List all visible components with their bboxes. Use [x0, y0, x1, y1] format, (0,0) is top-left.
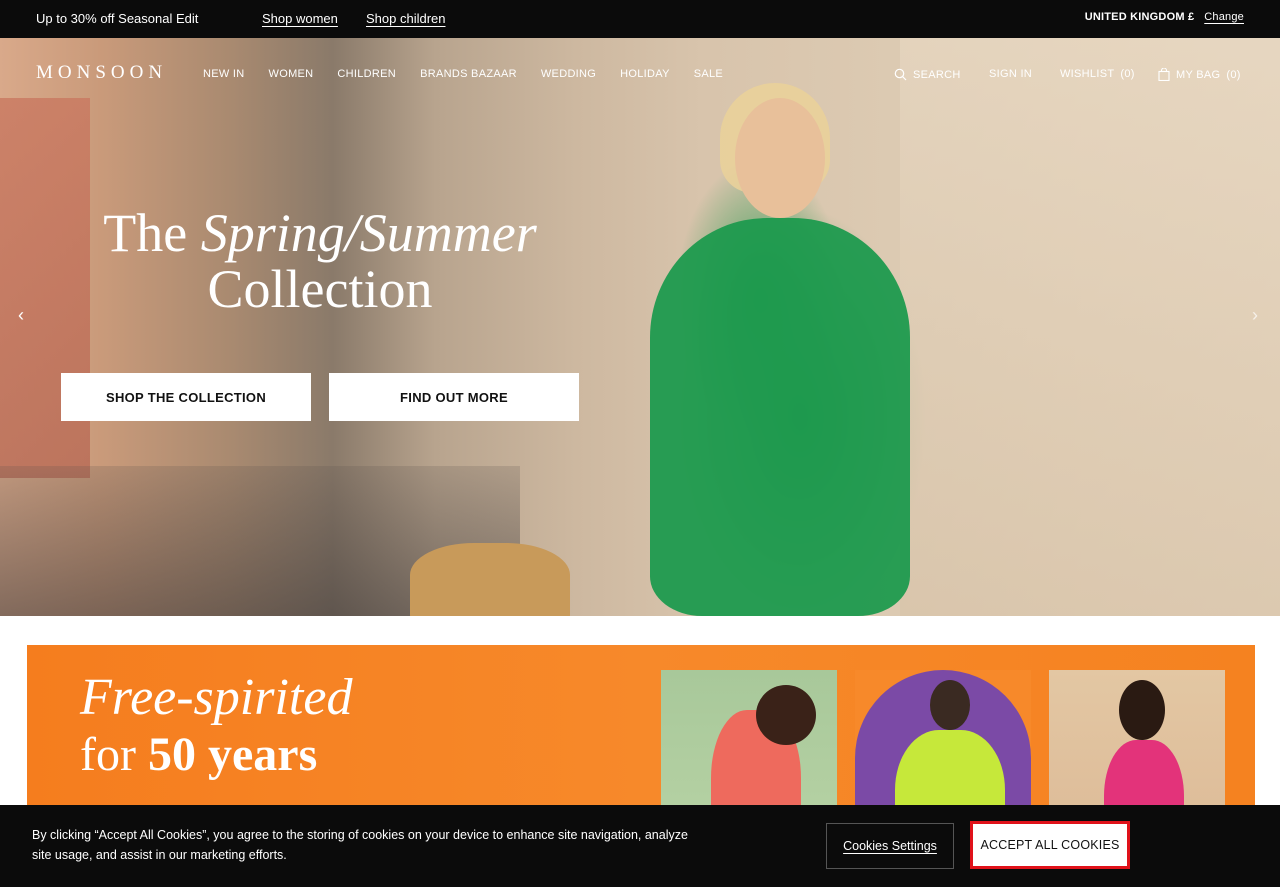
hero-model-green-dress: [650, 218, 910, 616]
main-nav: NEW IN WOMEN CHILDREN BRANDS BAZAAR WEDD…: [203, 68, 723, 80]
nav-new-in[interactable]: NEW IN: [203, 68, 245, 80]
model-3-hair: [1119, 680, 1165, 740]
hero-basket: [410, 543, 570, 616]
my-bag-label: MY BAG: [1176, 68, 1221, 81]
cookies-settings-button[interactable]: Cookies Settings: [826, 823, 954, 869]
hero-model-face: [735, 98, 825, 218]
my-bag-link[interactable]: MY BAG (0): [1158, 68, 1241, 81]
model-2-hair: [930, 680, 970, 730]
hero-banner[interactable]: [0, 38, 1280, 616]
region-label: UNITED KINGDOM £: [1084, 11, 1195, 23]
monsoon-logo[interactable]: MONSOON: [36, 62, 167, 84]
nav-holiday[interactable]: HOLIDAY: [620, 68, 670, 80]
wishlist-link[interactable]: WISHLIST (0): [1060, 68, 1135, 80]
promo-bar: Up to 30% off Seasonal Edit Shop women S…: [0, 0, 1280, 38]
nav-brands-bazaar[interactable]: BRANDS BAZAAR: [420, 68, 517, 80]
hero-title: The Spring/Summer Collection: [60, 205, 580, 317]
find-out-more-button[interactable]: FIND OUT MORE: [329, 373, 579, 421]
nav-women[interactable]: WOMEN: [269, 68, 314, 80]
banner-title: Free-spirited for 50 years: [80, 670, 352, 784]
nav-children[interactable]: CHILDREN: [337, 68, 396, 80]
accept-all-cookies-button[interactable]: ACCEPT ALL COOKIES: [970, 821, 1130, 869]
wishlist-count: (0): [1120, 68, 1135, 80]
banner-title-years: 50 years: [147, 728, 318, 781]
region-selector: UNITED KINGDOM £ Change: [1085, 11, 1244, 23]
nav-sale[interactable]: SALE: [694, 68, 723, 80]
search-button[interactable]: SEARCH: [894, 68, 961, 81]
wishlist-label: WISHLIST: [1060, 68, 1115, 80]
model-1-hair: [756, 685, 816, 745]
promo-text: Up to 30% off Seasonal Edit: [36, 11, 199, 26]
nav-wedding[interactable]: WEDDING: [541, 68, 596, 80]
sign-in-link[interactable]: SIGN IN: [989, 68, 1032, 80]
banner-title-line2: for 50 years: [80, 726, 352, 784]
banner-title-line1: Free-spirited: [80, 669, 353, 726]
shopping-bag-icon: [1158, 68, 1170, 81]
change-region-link[interactable]: Change: [1204, 11, 1244, 23]
search-icon: [894, 68, 907, 81]
banner-title-for: for: [80, 728, 148, 781]
shop-the-collection-button[interactable]: SHOP THE COLLECTION: [61, 373, 311, 421]
sign-in-label: SIGN IN: [989, 68, 1033, 80]
hero-building-right: [900, 38, 1280, 616]
hero-title-the: The: [103, 203, 201, 263]
bag-count: (0): [1226, 68, 1241, 81]
shop-women-link[interactable]: Shop women: [262, 11, 338, 26]
hero-title-collection: Collection: [207, 259, 433, 319]
hero-title-season: Spring/Summer: [200, 203, 537, 263]
cookie-consent-text: By clicking “Accept All Cookies”, you ag…: [32, 828, 688, 862]
carousel-prev-arrow-icon[interactable]: ‹: [18, 305, 24, 326]
search-label: SEARCH: [913, 68, 961, 81]
carousel-next-arrow-icon[interactable]: ›: [1252, 305, 1258, 326]
cookie-consent-banner: By clicking “Accept All Cookies”, you ag…: [0, 805, 1280, 887]
shop-children-link[interactable]: Shop children: [366, 11, 446, 26]
